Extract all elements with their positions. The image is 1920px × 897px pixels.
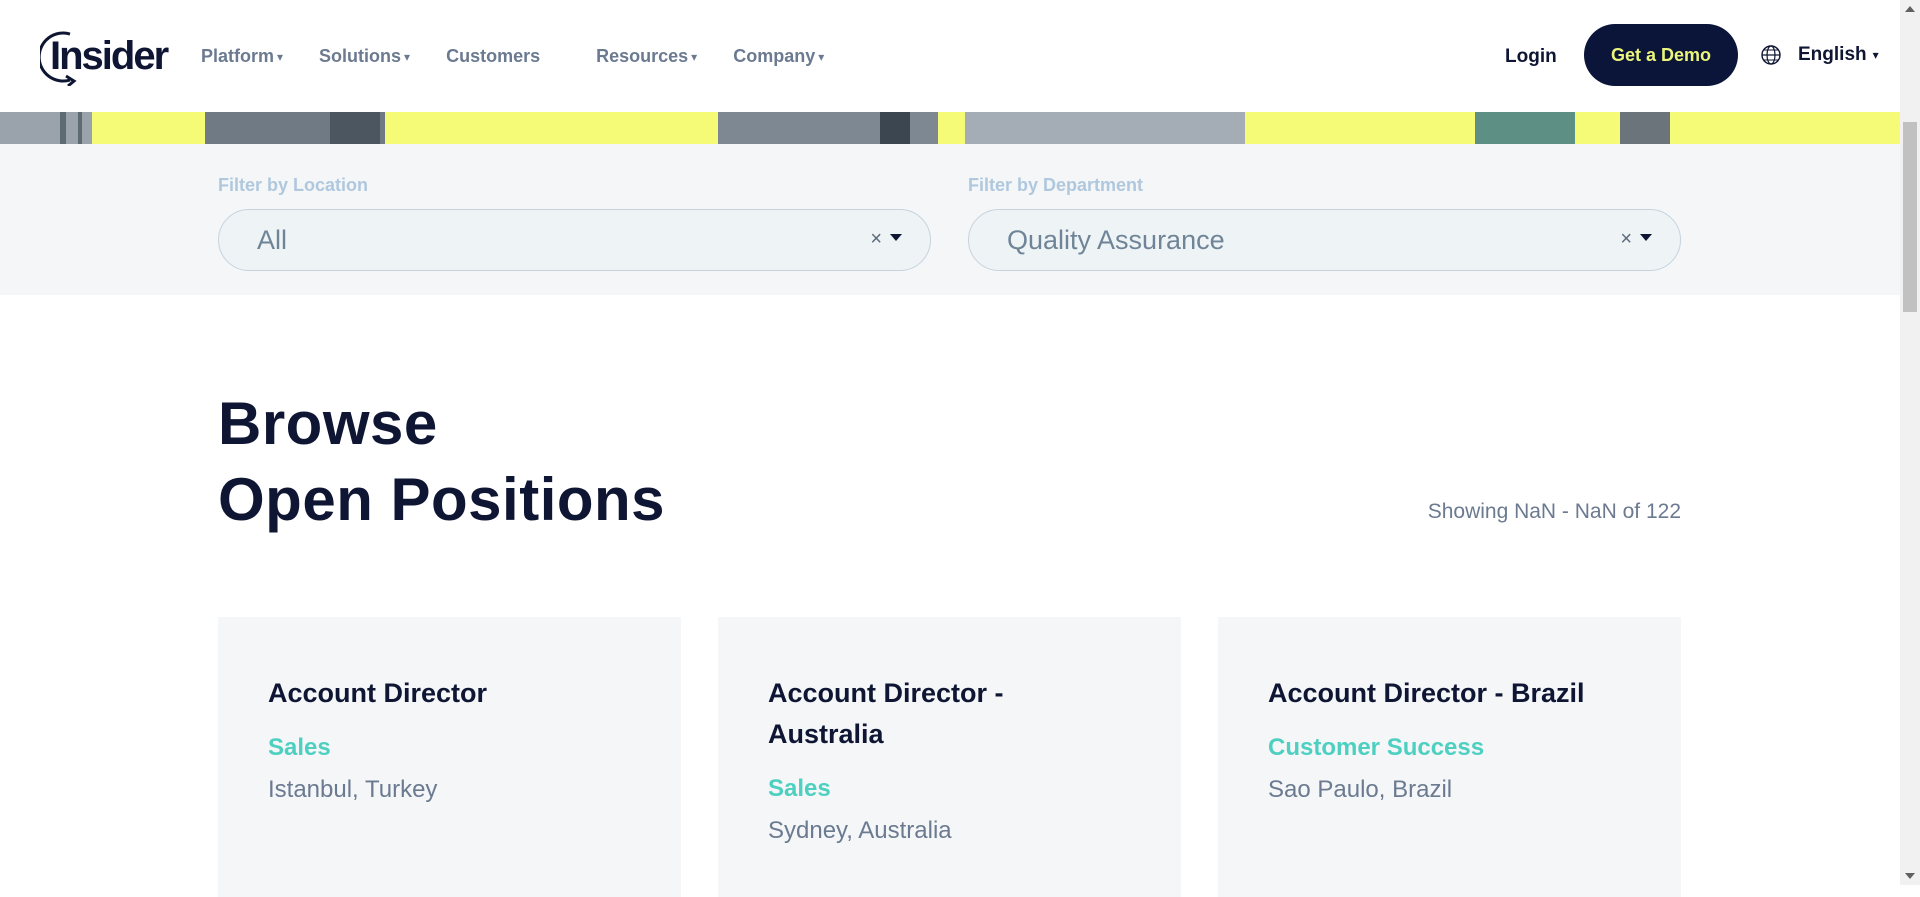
site-header: Insider Platform ▾ Solutions ▾ Customers… bbox=[0, 0, 1900, 112]
results-count: Showing NaN - NaN of 122 bbox=[1427, 500, 1681, 523]
login-link[interactable]: Login bbox=[1505, 46, 1557, 68]
nav-resources[interactable]: Resources ▾ bbox=[596, 46, 697, 67]
hero-image bbox=[0, 112, 1900, 144]
job-department: Customer Success bbox=[1268, 734, 1485, 761]
nav-platform-label: Platform bbox=[201, 46, 275, 66]
logo-text: Insider bbox=[50, 34, 169, 78]
job-department: Sales bbox=[268, 734, 331, 761]
nav-solutions-label: Solutions bbox=[319, 46, 402, 66]
job-card[interactable]: Account Director - Brazil Customer Succe… bbox=[1218, 617, 1681, 897]
clear-icon[interactable]: × bbox=[870, 228, 882, 251]
page-title-line2: Open Positions bbox=[218, 466, 666, 533]
filter-location-label: Filter by Location bbox=[218, 175, 369, 195]
nav-company-label: Company bbox=[733, 46, 816, 66]
nav-platform[interactable]: Platform ▾ bbox=[201, 46, 283, 67]
job-location: Istanbul, Turkey bbox=[268, 776, 438, 803]
clear-icon[interactable]: × bbox=[1620, 228, 1632, 251]
scroll-up-icon[interactable] bbox=[1905, 6, 1915, 12]
filter-department-label: Filter by Department bbox=[968, 175, 1144, 195]
nav-customers[interactable]: Customers bbox=[446, 46, 540, 67]
job-title: Account Director - Australia bbox=[768, 678, 1004, 749]
chevron-down-icon: ▾ bbox=[404, 49, 411, 64]
main-nav: Platform ▾ Solutions ▾ Customers Resourc… bbox=[201, 46, 860, 67]
job-location: Sao Paulo, Brazil bbox=[1268, 776, 1453, 803]
insider-logo[interactable]: Insider bbox=[40, 28, 169, 86]
get-demo-button[interactable]: Get a Demo bbox=[1584, 24, 1738, 86]
chevron-down-icon: ▾ bbox=[818, 49, 825, 64]
department-select-value: Quality Assurance bbox=[1007, 224, 1225, 255]
chevron-down-icon: ▾ bbox=[1872, 48, 1879, 62]
scroll-down-icon[interactable] bbox=[1905, 873, 1915, 879]
job-title: Account Director bbox=[268, 678, 488, 708]
nav-customers-label: Customers bbox=[446, 46, 541, 66]
job-location: Sydney, Australia bbox=[768, 817, 952, 844]
chevron-down-icon: ▾ bbox=[277, 49, 284, 64]
job-card[interactable]: Account Director - Australia Sales Sydne… bbox=[718, 617, 1181, 897]
nav-solutions[interactable]: Solutions ▾ bbox=[319, 46, 410, 67]
nav-company[interactable]: Company ▾ bbox=[733, 46, 824, 67]
nav-resources-label: Resources bbox=[596, 46, 689, 66]
location-select[interactable]: All × bbox=[218, 209, 931, 271]
job-title: Account Director - Brazil bbox=[1268, 678, 1585, 708]
department-select[interactable]: Quality Assurance × bbox=[968, 209, 1681, 271]
location-select-value: All bbox=[257, 224, 288, 255]
dropdown-arrow-icon[interactable] bbox=[890, 234, 902, 241]
job-card[interactable]: Account Director Sales Istanbul, Turkey bbox=[218, 617, 681, 897]
scrollbar-thumb[interactable] bbox=[1903, 122, 1917, 312]
page-title-line1: Browse bbox=[218, 390, 438, 457]
chevron-down-icon: ▾ bbox=[691, 49, 698, 64]
language-label: English bbox=[1798, 44, 1867, 65]
language-selector[interactable]: English ▾ bbox=[1760, 44, 1879, 66]
page-scrollbar[interactable] bbox=[1900, 0, 1920, 885]
page-title: Browse Open Positions bbox=[218, 386, 665, 538]
dropdown-arrow-icon[interactable] bbox=[1640, 234, 1652, 241]
globe-icon bbox=[1761, 45, 1781, 65]
job-department: Sales bbox=[768, 775, 831, 802]
